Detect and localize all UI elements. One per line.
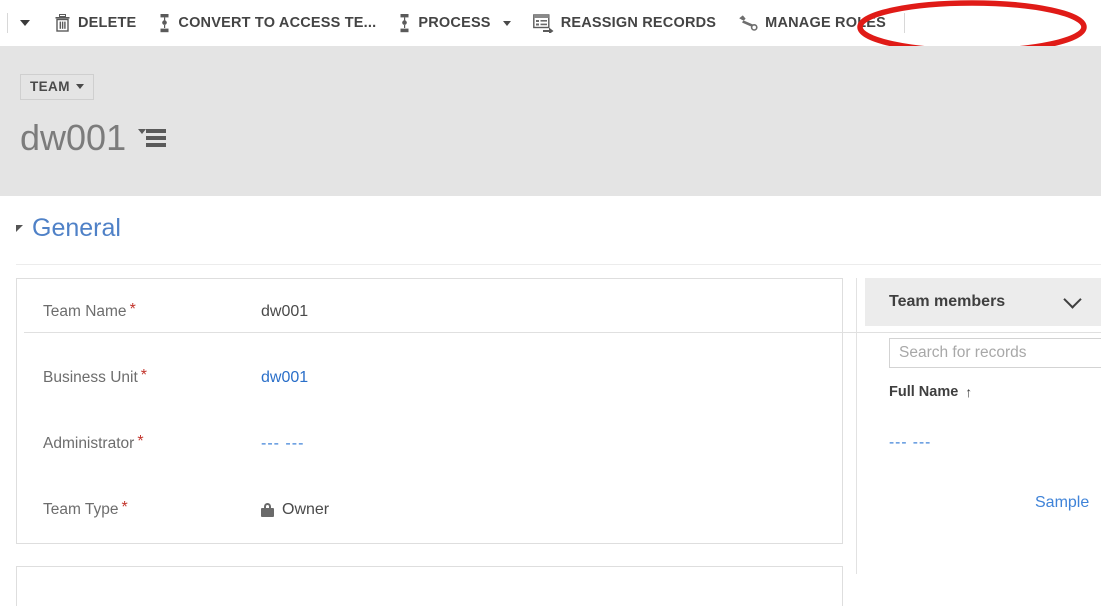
team-members-title: Team members [889,293,1006,310]
section-divider [16,264,1101,265]
search-input[interactable]: Search for records [889,338,1101,368]
column-header-label: Full Name [889,384,959,400]
reassign-records-icon [532,13,554,33]
command-bar-overflow-button[interactable] [13,8,37,38]
team-name-label: Team Name * [43,301,136,321]
convert-to-access-team-button[interactable]: CONVERT TO ACCESS TE... [147,6,387,40]
field-row-business-unit: Business Unit * dw001 [17,345,842,411]
convert-to-access-team-label: CONVERT TO ACCESS TE... [178,14,377,31]
command-bar: DELETE CONVERT TO ACCESS TE... PROCESS R… [0,0,1101,46]
process-button-label: PROCESS [418,14,491,31]
triangle-collapse-icon [16,225,23,232]
form-body: General Team Name * dw001 Business Unit … [0,196,1101,606]
process-button[interactable]: PROCESS [387,6,521,40]
field-row-team-name: Team Name * dw001 [17,279,842,345]
record-title-row: dw001 [20,117,167,158]
manage-roles-button[interactable]: MANAGE ROLES [727,6,897,40]
panel-divider [856,278,857,574]
required-asterisk: * [140,367,147,384]
business-unit-value[interactable]: dw001 [261,369,308,387]
general-fields-card: Team Name * dw001 Business Unit * dw001 … [16,278,843,544]
section-title: General [32,214,121,242]
reassign-records-button[interactable]: REASSIGN RECORDS [522,6,727,40]
sort-ascending-icon: ↑ [965,384,973,400]
delete-button-label: DELETE [78,14,137,31]
administrator-value[interactable]: --- --- [261,435,304,453]
page-title: dw001 [20,117,127,158]
business-unit-label: Business Unit * [43,367,147,387]
process-icon [400,13,409,32]
column-header-full-name[interactable]: Full Name ↑ [889,384,972,400]
next-section-card [16,566,843,606]
record-title-band: TEAM dw001 [0,46,1101,196]
sort-menu-icon[interactable] [138,127,167,149]
chevron-down-icon [1063,290,1082,309]
command-bar-separator-right [904,13,905,33]
search-placeholder: Search for records [899,344,1027,361]
team-convert-icon [160,13,169,32]
team-members-header[interactable]: Team members [865,278,1101,326]
command-bar-separator [7,13,8,33]
entity-type-chip[interactable]: TEAM [20,74,94,100]
chevron-down-icon [20,20,30,26]
team-members-panel: Team members Search for records Full Nam… [865,278,1101,578]
required-asterisk: * [129,301,136,318]
list-item[interactable]: --- --- [889,434,931,452]
manage-roles-label: MANAGE ROLES [765,14,886,31]
chevron-down-icon [502,20,511,26]
team-type-label: Team Type * [43,499,128,519]
list-item[interactable]: Sample [1035,494,1089,512]
chevron-down-icon [75,84,84,89]
required-asterisk: * [121,499,128,516]
administrator-label: Administrator * [43,433,144,453]
general-section-header[interactable]: General [16,216,121,241]
required-asterisk: * [137,433,144,450]
field-row-team-type: Team Type * Owner [17,477,842,543]
field-row-administrator: Administrator * --- --- [17,411,842,477]
delete-button[interactable]: DELETE [43,6,147,40]
team-type-value: Owner [282,501,330,518]
team-name-value[interactable]: dw001 [261,303,308,321]
trash-icon [55,14,70,32]
reassign-records-label: REASSIGN RECORDS [560,14,717,31]
grid-header-divider [24,332,1101,333]
team-type-value-wrap: Owner [261,501,329,519]
wrench-icon [739,14,758,31]
lock-icon [261,503,274,517]
entity-type-label: TEAM [30,79,70,94]
